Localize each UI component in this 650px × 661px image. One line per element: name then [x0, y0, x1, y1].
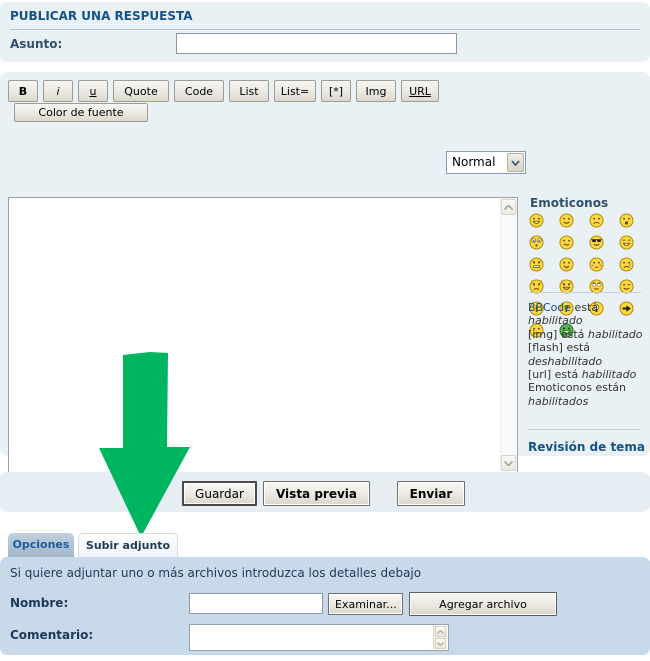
bbcode-tag-name: [flash] [528, 341, 563, 354]
subject-input[interactable] [176, 33, 457, 54]
filename-label: Nombre: [10, 596, 68, 610]
attachment-intro-text: Si quiere adjuntar uno o más archivos in… [10, 566, 421, 580]
editor-panel: BiuQuoteCodeListList=[*]ImgURL Normal Co… [0, 72, 650, 456]
emoticon-mad[interactable] [529, 257, 544, 272]
emoticon-eek[interactable] [529, 235, 544, 250]
emoticon-lol[interactable] [619, 235, 634, 250]
bold-button[interactable]: B [8, 80, 38, 102]
tab-upload-attachment[interactable]: Subir adjunto [78, 533, 178, 557]
font-size-selected-value: Normal [452, 155, 495, 169]
filename-input[interactable] [189, 593, 323, 614]
preview-button[interactable]: Vista previa [263, 481, 370, 506]
bbcode-toolbar: BiuQuoteCodeListList=[*]ImgURL [8, 80, 439, 102]
comment-scrollbar [433, 626, 447, 649]
spinner-down-icon[interactable] [435, 638, 446, 649]
emoticons-title: Emoticonos [530, 196, 608, 210]
attachment-panel: Si quiere adjuntar uno o más archivos in… [0, 557, 650, 655]
italic-button[interactable]: i [43, 80, 73, 102]
emoticon-smile[interactable] [559, 213, 574, 228]
emoticon-sad[interactable] [589, 213, 604, 228]
subject-label: Asunto: [10, 37, 62, 51]
header-divider [10, 29, 640, 30]
scroll-up-icon[interactable] [501, 199, 516, 215]
spinner-up-icon[interactable] [435, 626, 446, 637]
sidebar-divider-top [528, 292, 641, 293]
emoticon-cry[interactable] [619, 257, 634, 272]
emoticon-cool[interactable] [589, 235, 604, 250]
bbcode-tag-name: [img] [528, 328, 557, 341]
chevron-down-icon[interactable] [507, 153, 524, 172]
bbcode-tag-name: Emoticonos [528, 381, 592, 394]
page-title: PUBLICAR UNA RESPUESTA [10, 9, 193, 23]
bbcode-status-text: BBCode está habilitado[img] está habilit… [528, 301, 647, 408]
add-file-button[interactable]: Agregar archivo [409, 592, 557, 616]
bbcode-help-link[interactable]: BBCode [528, 301, 571, 314]
sidebar-divider-bottom [528, 429, 641, 430]
tab-options[interactable]: Opciones [8, 533, 74, 557]
comment-label: Comentario: [10, 628, 93, 642]
code-button[interactable]: Code [174, 80, 224, 102]
message-editor [8, 197, 518, 473]
emoticon-surprised[interactable] [619, 213, 634, 228]
submit-button[interactable]: Enviar [397, 481, 465, 506]
browse-button[interactable]: Examinar... [328, 593, 403, 615]
underline-button[interactable]: u [78, 80, 108, 102]
topic-review-link[interactable]: Revisión de tema [528, 440, 645, 454]
ordered-list-button[interactable]: List= [274, 80, 316, 102]
comment-textarea[interactable] [190, 625, 433, 650]
emoticon-razz[interactable] [559, 257, 574, 272]
bbcode-tag-name: [url] [528, 368, 551, 381]
url-button[interactable]: URL [401, 80, 439, 102]
font-color-button[interactable]: Color de fuente [14, 103, 148, 122]
list-button[interactable]: List [229, 80, 269, 102]
emoticon-biggrin[interactable] [529, 213, 544, 228]
scroll-down-icon[interactable] [501, 455, 516, 471]
list-item-button[interactable]: [*] [321, 80, 351, 102]
actions-panel: Guardar Vista previa Enviar [0, 472, 650, 512]
image-button[interactable]: Img [356, 80, 396, 102]
save-button[interactable]: Guardar [182, 481, 257, 506]
message-scrollbar[interactable] [500, 198, 517, 472]
font-size-select[interactable]: Normal [446, 151, 526, 174]
emoticon-confused[interactable] [559, 235, 574, 250]
emoticon-redface[interactable] [589, 257, 604, 272]
message-textarea[interactable] [9, 198, 500, 472]
comment-field [189, 624, 449, 651]
quote-button[interactable]: Quote [113, 80, 169, 102]
post-header-panel: PUBLICAR UNA RESPUESTA Asunto: [0, 2, 650, 62]
